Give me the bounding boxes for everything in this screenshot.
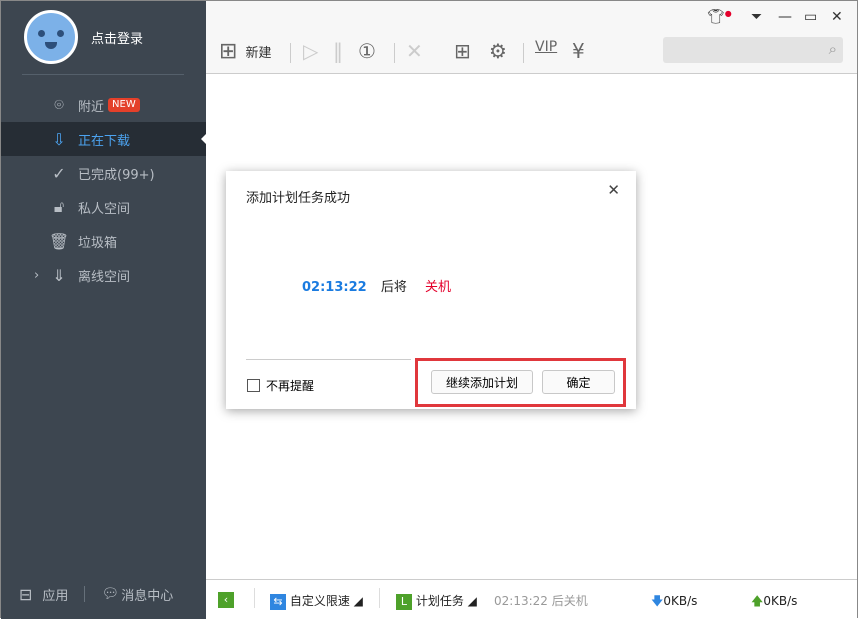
new-button[interactable]: ⊞ 新建 [219, 39, 271, 64]
delete-icon[interactable]: ✕ [406, 39, 423, 63]
download-speed: 🡇0KB/s [651, 592, 697, 613]
divider [254, 588, 255, 608]
divider [22, 74, 184, 75]
cloud-download-icon: ⇓ [49, 265, 69, 285]
lock-icon: 🔓︎ [49, 197, 69, 217]
label: 自定义限速 [290, 594, 350, 608]
sidebar-item-private[interactable]: 🔓︎ 私人空间 [1, 190, 206, 224]
new-task-icon: ⊞ [219, 39, 237, 64]
divider [290, 43, 291, 63]
label: 已完成(99+) [78, 164, 155, 183]
label: 离线空间 [78, 266, 130, 285]
menu-icon[interactable]: ⏷ [751, 9, 762, 25]
location-icon: ⌾ [49, 95, 69, 115]
avatar[interactable] [24, 10, 78, 64]
speed-limit-button[interactable]: ⇆ 自定义限速 ◢ [270, 592, 363, 610]
apps-icon: ⊟ [19, 585, 32, 604]
minimize-icon[interactable]: — [778, 9, 792, 25]
maximize-icon[interactable]: ▭ [804, 9, 817, 25]
continue-add-button[interactable]: 继续添加计划 [431, 370, 533, 394]
after-label: 后将 [381, 280, 407, 295]
status-bar: ‹ ⇆ 自定义限速 ◢ L 计划任务 ◢ 02:13:22 后关机 🡇0KB/s… [206, 579, 857, 619]
countdown-time: 02:13:22 [302, 280, 367, 295]
check-circle-icon: ✓ [49, 163, 69, 183]
no-remind-checkbox[interactable]: 不再提醒 [247, 377, 314, 394]
money-bag-icon[interactable]: ¥ [572, 39, 585, 63]
limit-one-icon[interactable]: ① [358, 39, 376, 63]
sidebar-item-downloading[interactable]: ⇩ 正在下载 [1, 122, 206, 156]
collapse-button[interactable]: ‹ [218, 592, 234, 608]
label: 不再提醒 [266, 377, 314, 394]
ok-button[interactable]: 确定 [542, 370, 615, 394]
clock-icon: L [396, 594, 412, 610]
schedule-success-dialog: 添加计划任务成功 ✕ 02:13:22 后将 关机 不再提醒 继续添加计划 确定 [226, 171, 636, 409]
apps-button[interactable]: 应用 [42, 585, 68, 604]
action-label: 关机 [425, 280, 451, 295]
sidebar: 点击登录 ⌾ 附近 NEW ⇩ 正在下载 ✓ 已完成(99+) 🔓︎ 私人空间 🗑︎ 垃圾箱… [1, 1, 206, 619]
dialog-title: 添加计划任务成功 [246, 187, 350, 206]
message-icon: 💬︎ [101, 586, 119, 602]
label: 私人空间 [78, 198, 130, 217]
close-icon[interactable]: ✕ [831, 9, 843, 25]
search-input[interactable]: ⌕ [663, 37, 843, 63]
download-icon: ⇩ [49, 129, 69, 149]
value: 0KB/s [663, 594, 697, 608]
message-center-button[interactable]: 消息中心 [121, 585, 173, 604]
label: 附近 [78, 96, 104, 115]
divider [394, 43, 395, 63]
active-caret [201, 133, 207, 145]
arrow-up-icon: 🡅 [751, 594, 763, 608]
qr-icon[interactable]: ⊞ [454, 39, 471, 63]
value: 0KB/s [763, 594, 797, 608]
arrow-down-icon: 🡇 [651, 594, 663, 608]
divider [523, 43, 524, 63]
play-icon[interactable]: ▷ [303, 39, 318, 63]
dialog-close-icon[interactable]: ✕ [607, 181, 620, 199]
upload-speed: 🡅0KB/s [751, 592, 797, 613]
new-badge: NEW [108, 98, 140, 112]
label: 新建 [245, 42, 271, 61]
skin-icon[interactable]: 👕︎● [707, 9, 732, 25]
sidebar-item-completed[interactable]: ✓ 已完成(99+) [1, 156, 206, 190]
plan-task-button[interactable]: L 计划任务 ◢ [396, 592, 477, 610]
speed-limit-icon: ⇆ [270, 594, 286, 610]
label: 垃圾箱 [78, 232, 117, 251]
checkbox-icon[interactable] [247, 379, 260, 392]
vip-button[interactable]: VIP [535, 39, 557, 55]
divider [246, 359, 411, 360]
divider [379, 588, 380, 608]
pause-icon[interactable]: ‖ [333, 39, 343, 63]
sidebar-item-trash[interactable]: 🗑︎ 垃圾箱 [1, 224, 206, 258]
sidebar-footer: ⊟ 应用 💬︎ 消息中心 [1, 579, 206, 609]
divider [84, 586, 85, 602]
search-icon[interactable]: ⌕ [829, 40, 837, 58]
plan-info: 02:13:22 后关机 [494, 592, 588, 609]
sidebar-item-offline[interactable]: › ⇓ 离线空间 [1, 258, 206, 292]
login-link[interactable]: 点击登录 [91, 28, 143, 47]
trash-icon: 🗑︎ [49, 231, 69, 251]
speed-icon[interactable]: ⚙ [489, 39, 507, 63]
label: 正在下载 [78, 130, 130, 149]
sidebar-item-nearby[interactable]: ⌾ 附近 NEW [1, 88, 206, 122]
chevron-right-icon[interactable]: › [34, 268, 39, 283]
label: 计划任务 [416, 594, 464, 608]
